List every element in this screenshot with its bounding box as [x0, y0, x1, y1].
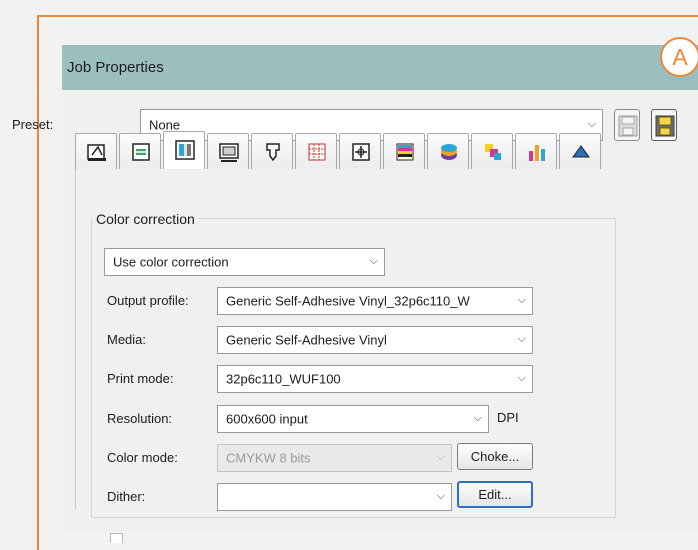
window-title: Job Properties	[67, 59, 164, 76]
tab-bar	[75, 131, 698, 170]
dpi-unit-label: DPI	[497, 410, 519, 425]
partial-checkbox[interactable]	[110, 533, 123, 543]
callout-badge: A	[660, 37, 698, 77]
grid-tiling-icon	[308, 143, 326, 161]
tab-spot-color[interactable]	[471, 133, 513, 169]
title-bar: Job Properties	[62, 45, 698, 90]
choke-button[interactable]: Choke...	[457, 443, 533, 470]
chevron-down-icon: ⌵	[517, 371, 526, 384]
tab-layers[interactable]	[427, 133, 469, 169]
ink-levels-icon	[529, 145, 545, 161]
tab-printer-setup[interactable]	[75, 133, 117, 169]
media-value: Generic Self-Adhesive Vinyl	[226, 332, 387, 348]
spot-color-icon	[485, 144, 501, 160]
color-mode-select[interactable]: CMYKW 8 bits ⌵	[217, 444, 452, 472]
chevron-down-icon: ⌵	[587, 117, 596, 130]
resolution-value: 600x600 input	[226, 411, 308, 427]
tab-crop-marks[interactable]	[339, 133, 381, 169]
color-mode-value: CMYKW 8 bits	[226, 450, 311, 466]
output-profile-select[interactable]: Generic Self-Adhesive Vinyl_32p6c110_W ⌵	[217, 287, 533, 315]
print-mode-select[interactable]: 32p6c110_WUF100 ⌵	[217, 365, 533, 393]
edit-button[interactable]: Edit...	[457, 481, 533, 508]
crop-marks-icon	[352, 143, 370, 161]
chevron-down-icon: ⌵	[517, 332, 526, 345]
tab-ink-levels[interactable]	[515, 133, 557, 169]
tab-media-layout[interactable]	[207, 133, 249, 169]
tab-color-management[interactable]	[163, 131, 205, 170]
dither-label: Dither:	[107, 489, 146, 504]
printer-setup-icon	[87, 144, 106, 161]
media-select[interactable]: Generic Self-Adhesive Vinyl ⌵	[217, 326, 533, 354]
media-layout-icon	[219, 143, 239, 162]
chevron-down-icon: ⌵	[436, 489, 445, 502]
chevron-down-icon: ⌵	[473, 411, 482, 424]
color-bars-icon	[396, 143, 414, 161]
preset-label: Preset:	[12, 117, 54, 132]
group-title: Color correction	[92, 211, 199, 227]
print-mode-value: 32p6c110_WUF100	[226, 371, 341, 387]
tab-color-bars[interactable]	[383, 133, 425, 169]
tab-grid-tiling[interactable]	[295, 133, 337, 169]
resolution-label: Resolution:	[107, 411, 173, 426]
output-profile-label: Output profile:	[107, 293, 189, 308]
layers-icon	[441, 144, 457, 160]
color-correction-mode-value: Use color correction	[113, 254, 229, 270]
color-mode-label: Color mode:	[107, 450, 178, 465]
chevron-down-icon: ⌵	[369, 254, 378, 267]
tab-job-settings[interactable]	[119, 133, 161, 169]
media-label: Media:	[107, 332, 147, 347]
job-settings-icon	[132, 143, 150, 161]
chevron-down-icon: ⌵	[436, 450, 445, 463]
chevron-down-icon: ⌵	[517, 293, 526, 306]
tab-more[interactable]	[559, 133, 601, 169]
color-correction-mode-select[interactable]: Use color correction ⌵	[104, 248, 385, 276]
color-management-icon	[175, 140, 195, 160]
nozzle-icon	[266, 143, 280, 162]
more-icon	[572, 145, 590, 158]
tab-nozzle[interactable]	[251, 133, 293, 169]
output-profile-value: Generic Self-Adhesive Vinyl_32p6c110_W	[226, 293, 470, 309]
dither-select[interactable]: ⌵	[217, 483, 452, 511]
print-mode-label: Print mode:	[107, 371, 174, 386]
resolution-select[interactable]: 600x600 input ⌵	[217, 405, 489, 433]
